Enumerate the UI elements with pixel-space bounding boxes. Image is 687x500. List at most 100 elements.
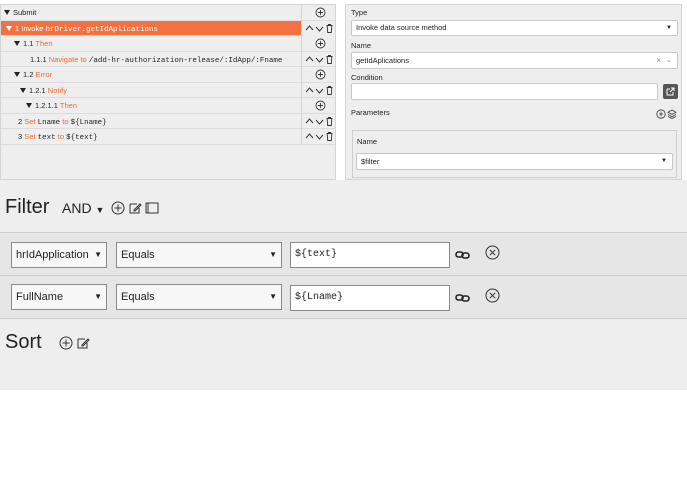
filter-title: Filter	[5, 196, 50, 218]
caret-down-icon[interactable]	[4, 10, 10, 15]
row-value: ${text}	[66, 134, 98, 142]
row-target: /add-hr-authorization-release/:IdApp/:Fn…	[88, 56, 283, 65]
filter-op-value: Equals	[121, 291, 155, 303]
filter-field-value: hrIdApplication	[16, 249, 89, 261]
plus-circle-icon[interactable]	[315, 69, 326, 80]
type-select[interactable]: Invoke data source method ▼	[351, 20, 678, 36]
caret-down-icon[interactable]	[14, 72, 20, 77]
caret-down-icon[interactable]	[20, 87, 26, 93]
row-keyword: Navigate to	[48, 54, 87, 64]
param-name-value: $filter	[361, 157, 380, 166]
name-label: Name	[351, 41, 372, 50]
caret-down-icon[interactable]	[14, 41, 20, 46]
row-keyword: Set	[24, 132, 36, 141]
chevron-up-icon[interactable]	[305, 131, 314, 142]
condition-label: Condition	[351, 73, 383, 82]
filter-op-value: Equals	[121, 249, 155, 261]
tree-row-notify[interactable]: 1.2.1 Notify	[1, 82, 335, 98]
action-tree: Submit 1 Invoke hrDriver.getIdAplication…	[0, 4, 336, 180]
filter-op-select[interactable]: Equals ▼	[116, 284, 282, 310]
filter-field-select[interactable]: FullName ▼	[11, 284, 107, 310]
filter-row: hrIdApplication ▼ Equals ▼ ${text}	[0, 232, 687, 276]
edit-icon[interactable]	[76, 336, 90, 350]
dropdown-arrow-icon: ▼	[269, 292, 277, 301]
clear-x-icon[interactable]: ×	[656, 53, 661, 68]
row-target: text	[37, 134, 56, 142]
filter-op-select[interactable]: Equals ▼	[116, 242, 282, 268]
plus-circle-icon[interactable]	[315, 100, 326, 111]
type-select-value: Invoke data source method	[356, 23, 447, 32]
plus-circle-icon[interactable]	[656, 109, 666, 119]
trash-icon[interactable]	[325, 131, 334, 142]
plus-circle-icon[interactable]	[59, 336, 73, 350]
tree-row-then[interactable]: 1.1 Then	[1, 36, 335, 52]
trash-icon[interactable]	[325, 85, 334, 96]
row-number: 1.2.1.1	[35, 101, 58, 110]
row-number: 1.2	[23, 70, 34, 79]
parameter-box: Name $filter ▼	[352, 130, 677, 178]
chevron-down-icon[interactable]	[315, 54, 324, 65]
tree-row-set-lname[interactable]: 2 Set Lname to ${Lname}	[1, 113, 335, 129]
chevron-down-icon[interactable]	[315, 131, 324, 142]
param-name-select[interactable]: $filter ▼	[356, 153, 673, 170]
filter-field-select[interactable]: hrIdApplication ▼	[11, 242, 107, 268]
filter-operator-select[interactable]: AND ▼	[62, 200, 104, 216]
chevron-up-icon[interactable]	[305, 23, 314, 34]
type-label: Type	[351, 8, 368, 17]
dropdown-arrow-icon: ▼	[95, 205, 105, 215]
name-select[interactable]: getIdAplications × ⌄	[351, 52, 678, 69]
caret-down-icon[interactable]	[6, 25, 12, 31]
chevron-down-icon[interactable]	[315, 85, 324, 96]
row-keyword: Then	[35, 39, 53, 48]
dropdown-arrow-icon: ▼	[666, 25, 672, 31]
chevron-down-icon[interactable]: ⌄	[666, 53, 672, 68]
filter-value-input[interactable]: ${text}	[290, 242, 450, 268]
chevron-down-icon[interactable]	[315, 23, 324, 34]
condition-input[interactable]	[351, 83, 658, 100]
remove-circle-icon[interactable]	[485, 245, 500, 260]
row-value: ${Lname}	[70, 118, 107, 127]
trash-icon[interactable]	[325, 54, 334, 65]
row-number: 2	[18, 116, 23, 126]
row-to: to	[62, 116, 69, 126]
plus-circle-icon[interactable]	[315, 7, 326, 18]
param-name-label: Name	[357, 137, 378, 146]
copy-icon[interactable]	[145, 201, 160, 215]
caret-down-icon[interactable]	[26, 103, 32, 108]
row-keyword: Notify	[47, 85, 67, 95]
edit-icon[interactable]	[128, 201, 142, 215]
properties-panel: Type Invoke data source method ▼ Name ge…	[345, 4, 682, 180]
parameters-label: Parameters	[351, 108, 390, 117]
tree-row-set-text[interactable]: 3 Set text to ${text}	[1, 129, 335, 145]
row-number: 1.2.1	[29, 85, 46, 95]
filter-value-input[interactable]: ${Lname}	[290, 285, 450, 311]
dropdown-arrow-icon: ▼	[661, 158, 667, 164]
tree-row-invoke[interactable]: 1 Invoke hrDriver.getIdAplications	[1, 20, 335, 36]
row-keyword: Error	[35, 70, 53, 79]
tree-row-notify-then[interactable]: 1.2.1.1 Then	[1, 98, 335, 114]
chevron-down-icon[interactable]	[315, 116, 324, 127]
plus-circle-icon[interactable]	[315, 38, 326, 49]
tree-root-label: Submit	[13, 8, 37, 17]
row-keyword: Set	[24, 116, 36, 126]
trash-icon[interactable]	[325, 116, 334, 127]
row-number: 1.1	[23, 39, 34, 48]
external-link-button[interactable]	[663, 84, 678, 99]
row-number: 1	[15, 23, 20, 33]
plus-circle-icon[interactable]	[111, 201, 125, 215]
tree-row-navigate[interactable]: 1.1.1 Navigate to /add-hr-authorization-…	[1, 51, 335, 67]
tree-root[interactable]: Submit	[1, 5, 335, 21]
tree-row-error[interactable]: 1.2 Error	[1, 67, 335, 83]
chevron-up-icon[interactable]	[305, 85, 314, 96]
name-select-value: getIdAplications	[356, 56, 409, 65]
remove-circle-icon[interactable]	[485, 288, 500, 303]
chevron-up-icon[interactable]	[305, 116, 314, 127]
layers-icon[interactable]	[667, 109, 677, 119]
chevron-up-icon[interactable]	[305, 54, 314, 65]
link-icon[interactable]	[455, 249, 470, 261]
row-to: to	[57, 132, 64, 141]
filter-row: FullName ▼ Equals ▼ ${Lname}	[0, 275, 687, 319]
trash-icon[interactable]	[325, 23, 334, 34]
link-icon[interactable]	[455, 292, 470, 304]
dropdown-arrow-icon: ▼	[94, 250, 102, 259]
